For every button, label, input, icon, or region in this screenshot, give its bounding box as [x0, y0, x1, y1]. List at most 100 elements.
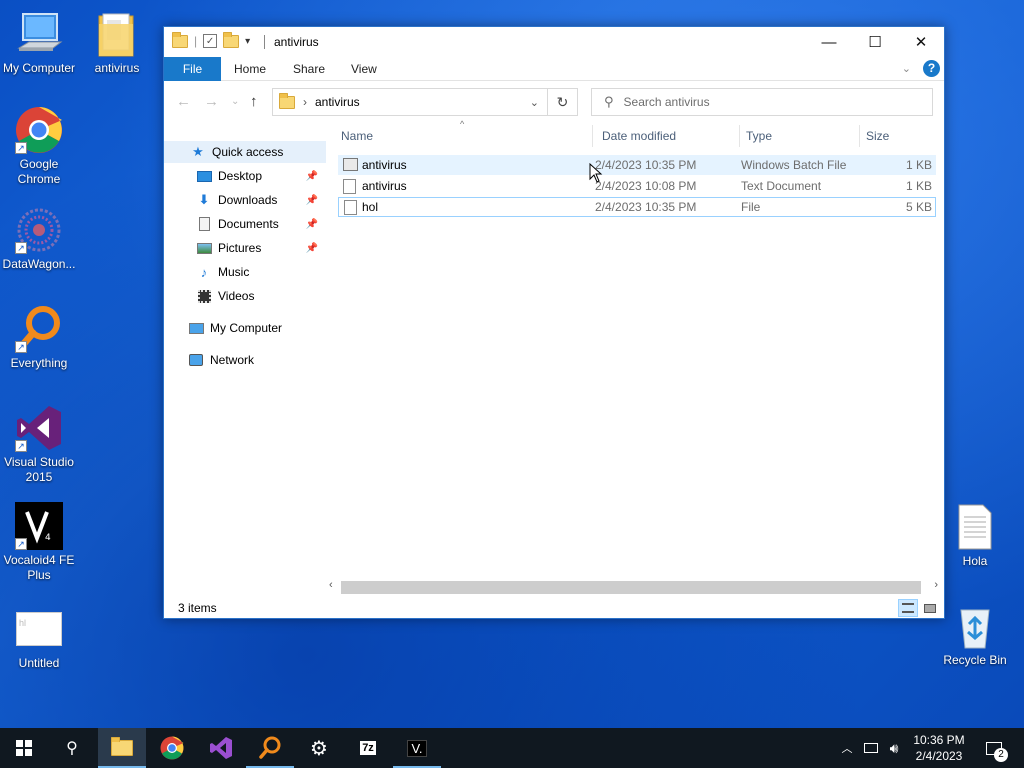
new-folder-icon[interactable]: [223, 31, 240, 48]
column-divider[interactable]: [592, 125, 593, 147]
address-bar[interactable]: › antivirus ⌄: [272, 88, 548, 116]
shortcut-arrow-icon: ↗: [15, 242, 27, 254]
properties-icon[interactable]: ✓: [203, 34, 218, 48]
sidebar-item-label: Videos: [218, 289, 255, 303]
sidebar-item-label: Pictures: [218, 241, 262, 255]
taskbar-7zip[interactable]: 7z: [344, 728, 392, 768]
tab-share[interactable]: Share: [293, 57, 325, 81]
taskbar-visual-studio[interactable]: [197, 728, 245, 768]
file-date: 2/4/2023 10:35 PM: [595, 200, 697, 214]
taskbar-chrome[interactable]: [148, 728, 196, 768]
sidebar-item-network[interactable]: Network: [164, 349, 326, 371]
desktop-icon-my-computer[interactable]: My Computer: [0, 10, 78, 76]
pin-icon[interactable]: 📌: [306, 219, 318, 230]
horizontal-scrollbar[interactable]: ‹ ›: [327, 579, 942, 596]
scroll-right-icon[interactable]: ›: [934, 579, 938, 591]
refresh-icon[interactable]: ↻: [548, 88, 578, 116]
minimize-button[interactable]: —: [806, 27, 852, 57]
desktop-icon-datawagon[interactable]: ↗ DataWagon...: [0, 206, 78, 272]
file-type: Windows Batch File: [741, 158, 847, 172]
taskbar-vocaloid[interactable]: V.: [393, 728, 441, 768]
breadcrumb-antivirus[interactable]: antivirus: [315, 95, 360, 109]
taskbar-everything[interactable]: [246, 728, 294, 768]
file-type: Text Document: [741, 179, 822, 193]
desktop-icon-hola[interactable]: Hola: [936, 503, 1014, 569]
table-row[interactable]: antivirus 2/4/2023 10:08 PM Text Documen…: [338, 176, 936, 196]
recent-locations-icon[interactable]: ⌄: [231, 96, 239, 107]
desktop-icon-visual-studio[interactable]: ↗ Visual Studio 2015: [0, 404, 78, 485]
desktop-icon-chrome[interactable]: ↗ Google Chrome: [0, 106, 78, 187]
pin-icon[interactable]: 📌: [306, 171, 318, 182]
desktop-icon-label: Visual Studio 2015: [4, 455, 74, 484]
table-row[interactable]: hol 2/4/2023 10:35 PM File 5 KB: [338, 197, 936, 217]
file-name: antivirus: [362, 158, 407, 172]
image-file-icon: hl: [16, 612, 62, 646]
pin-icon[interactable]: 📌: [306, 195, 318, 206]
sidebar-item-music[interactable]: ♪ Music: [164, 261, 326, 283]
large-icons-view-icon[interactable]: [920, 599, 940, 617]
column-header-date[interactable]: Date modified: [595, 123, 735, 149]
vocaloid-icon: 4 ↗: [15, 502, 63, 550]
sidebar-item-pictures[interactable]: Pictures 📌: [164, 237, 326, 259]
desktop-icon-untitled[interactable]: hl Untitled: [0, 612, 78, 671]
clock[interactable]: 10:36 PM 2/4/2023: [900, 732, 978, 764]
back-arrow-icon[interactable]: ←: [176, 93, 191, 110]
sidebar-item-quick-access[interactable]: ★ Quick access: [164, 141, 326, 163]
taskbar-settings-gear-icon[interactable]: ⚙: [295, 728, 343, 768]
desktop-icon-antivirus-folder[interactable]: antivirus: [78, 10, 156, 76]
start-button[interactable]: [0, 728, 48, 768]
search-placeholder: Search antivirus: [623, 95, 710, 109]
maximize-button[interactable]: ☐: [852, 27, 898, 57]
forward-arrow-icon[interactable]: →: [204, 93, 219, 110]
toolbar-separator: |: [194, 34, 198, 48]
pictures-icon: [196, 241, 212, 255]
column-header-size[interactable]: Size: [859, 123, 939, 149]
sidebar-item-desktop[interactable]: Desktop 📌: [164, 165, 326, 187]
taskbar-file-explorer[interactable]: [98, 728, 146, 768]
help-button[interactable]: ?: [923, 60, 940, 77]
close-button[interactable]: ✕: [898, 27, 944, 57]
customize-toolbar-icon[interactable]: ▾: [245, 36, 250, 47]
sidebar-item-downloads[interactable]: ⬇ Downloads 📌: [164, 189, 326, 211]
file-date: 2/4/2023 10:08 PM: [595, 179, 697, 193]
desktop-icon-label: Hola: [962, 554, 988, 568]
recycle-bin-icon: [951, 602, 999, 650]
pin-icon[interactable]: 📌: [306, 243, 318, 254]
star-icon: ★: [192, 144, 204, 159]
up-arrow-icon[interactable]: ↑: [250, 93, 258, 110]
visual-studio-icon: [210, 737, 232, 759]
sidebar-item-my-computer[interactable]: My Computer: [164, 317, 326, 339]
tab-view[interactable]: View: [351, 57, 377, 81]
table-row[interactable]: antivirus 2/4/2023 10:35 PM Windows Batc…: [338, 155, 936, 175]
expand-ribbon-icon[interactable]: ⌄: [902, 62, 911, 75]
address-dropdown-icon[interactable]: ⌄: [530, 96, 539, 109]
show-hidden-icons-chevron-icon[interactable]: ︿: [838, 728, 856, 768]
network-icon[interactable]: [861, 728, 881, 768]
desktop-icon-vocaloid[interactable]: 4 ↗ Vocaloid4 FE Plus: [0, 502, 78, 583]
shortcut-arrow-icon: ↗: [15, 341, 27, 353]
scroll-left-icon[interactable]: ‹: [329, 579, 333, 591]
item-count: 3 items: [178, 601, 217, 615]
notification-center-icon[interactable]: 2: [980, 728, 1008, 768]
tab-home[interactable]: Home: [234, 57, 266, 81]
search-icon[interactable]: ⚲: [48, 728, 96, 768]
sidebar-item-label: Desktop: [218, 169, 263, 183]
column-header-type[interactable]: Type: [739, 123, 857, 149]
tab-file[interactable]: File: [164, 57, 221, 81]
sidebar-item-videos[interactable]: Videos: [164, 285, 326, 307]
sidebar-item-label: Downloads: [218, 193, 278, 207]
column-header-name[interactable]: Name: [334, 123, 589, 149]
7zip-icon: 7z: [360, 741, 376, 755]
thumbnail-text: hl: [19, 618, 27, 628]
search-input[interactable]: ⚲ Search antivirus: [591, 88, 933, 116]
chrome-icon: [160, 736, 184, 760]
details-view-icon[interactable]: [898, 599, 918, 617]
file-size: 1 KB: [906, 179, 933, 193]
clock-time: 10:36 PM: [913, 733, 965, 747]
title-bar[interactable]: | ✓ ▾ antivirus — ☐ ✕: [164, 27, 944, 57]
datawagon-icon: ↗: [15, 206, 63, 254]
sidebar-item-documents[interactable]: Documents 📌: [164, 213, 326, 235]
desktop-icon-everything[interactable]: ↗ Everything: [0, 305, 78, 371]
scrollbar-thumb[interactable]: [341, 581, 921, 594]
desktop-icon-recycle-bin[interactable]: Recycle Bin: [936, 602, 1014, 668]
